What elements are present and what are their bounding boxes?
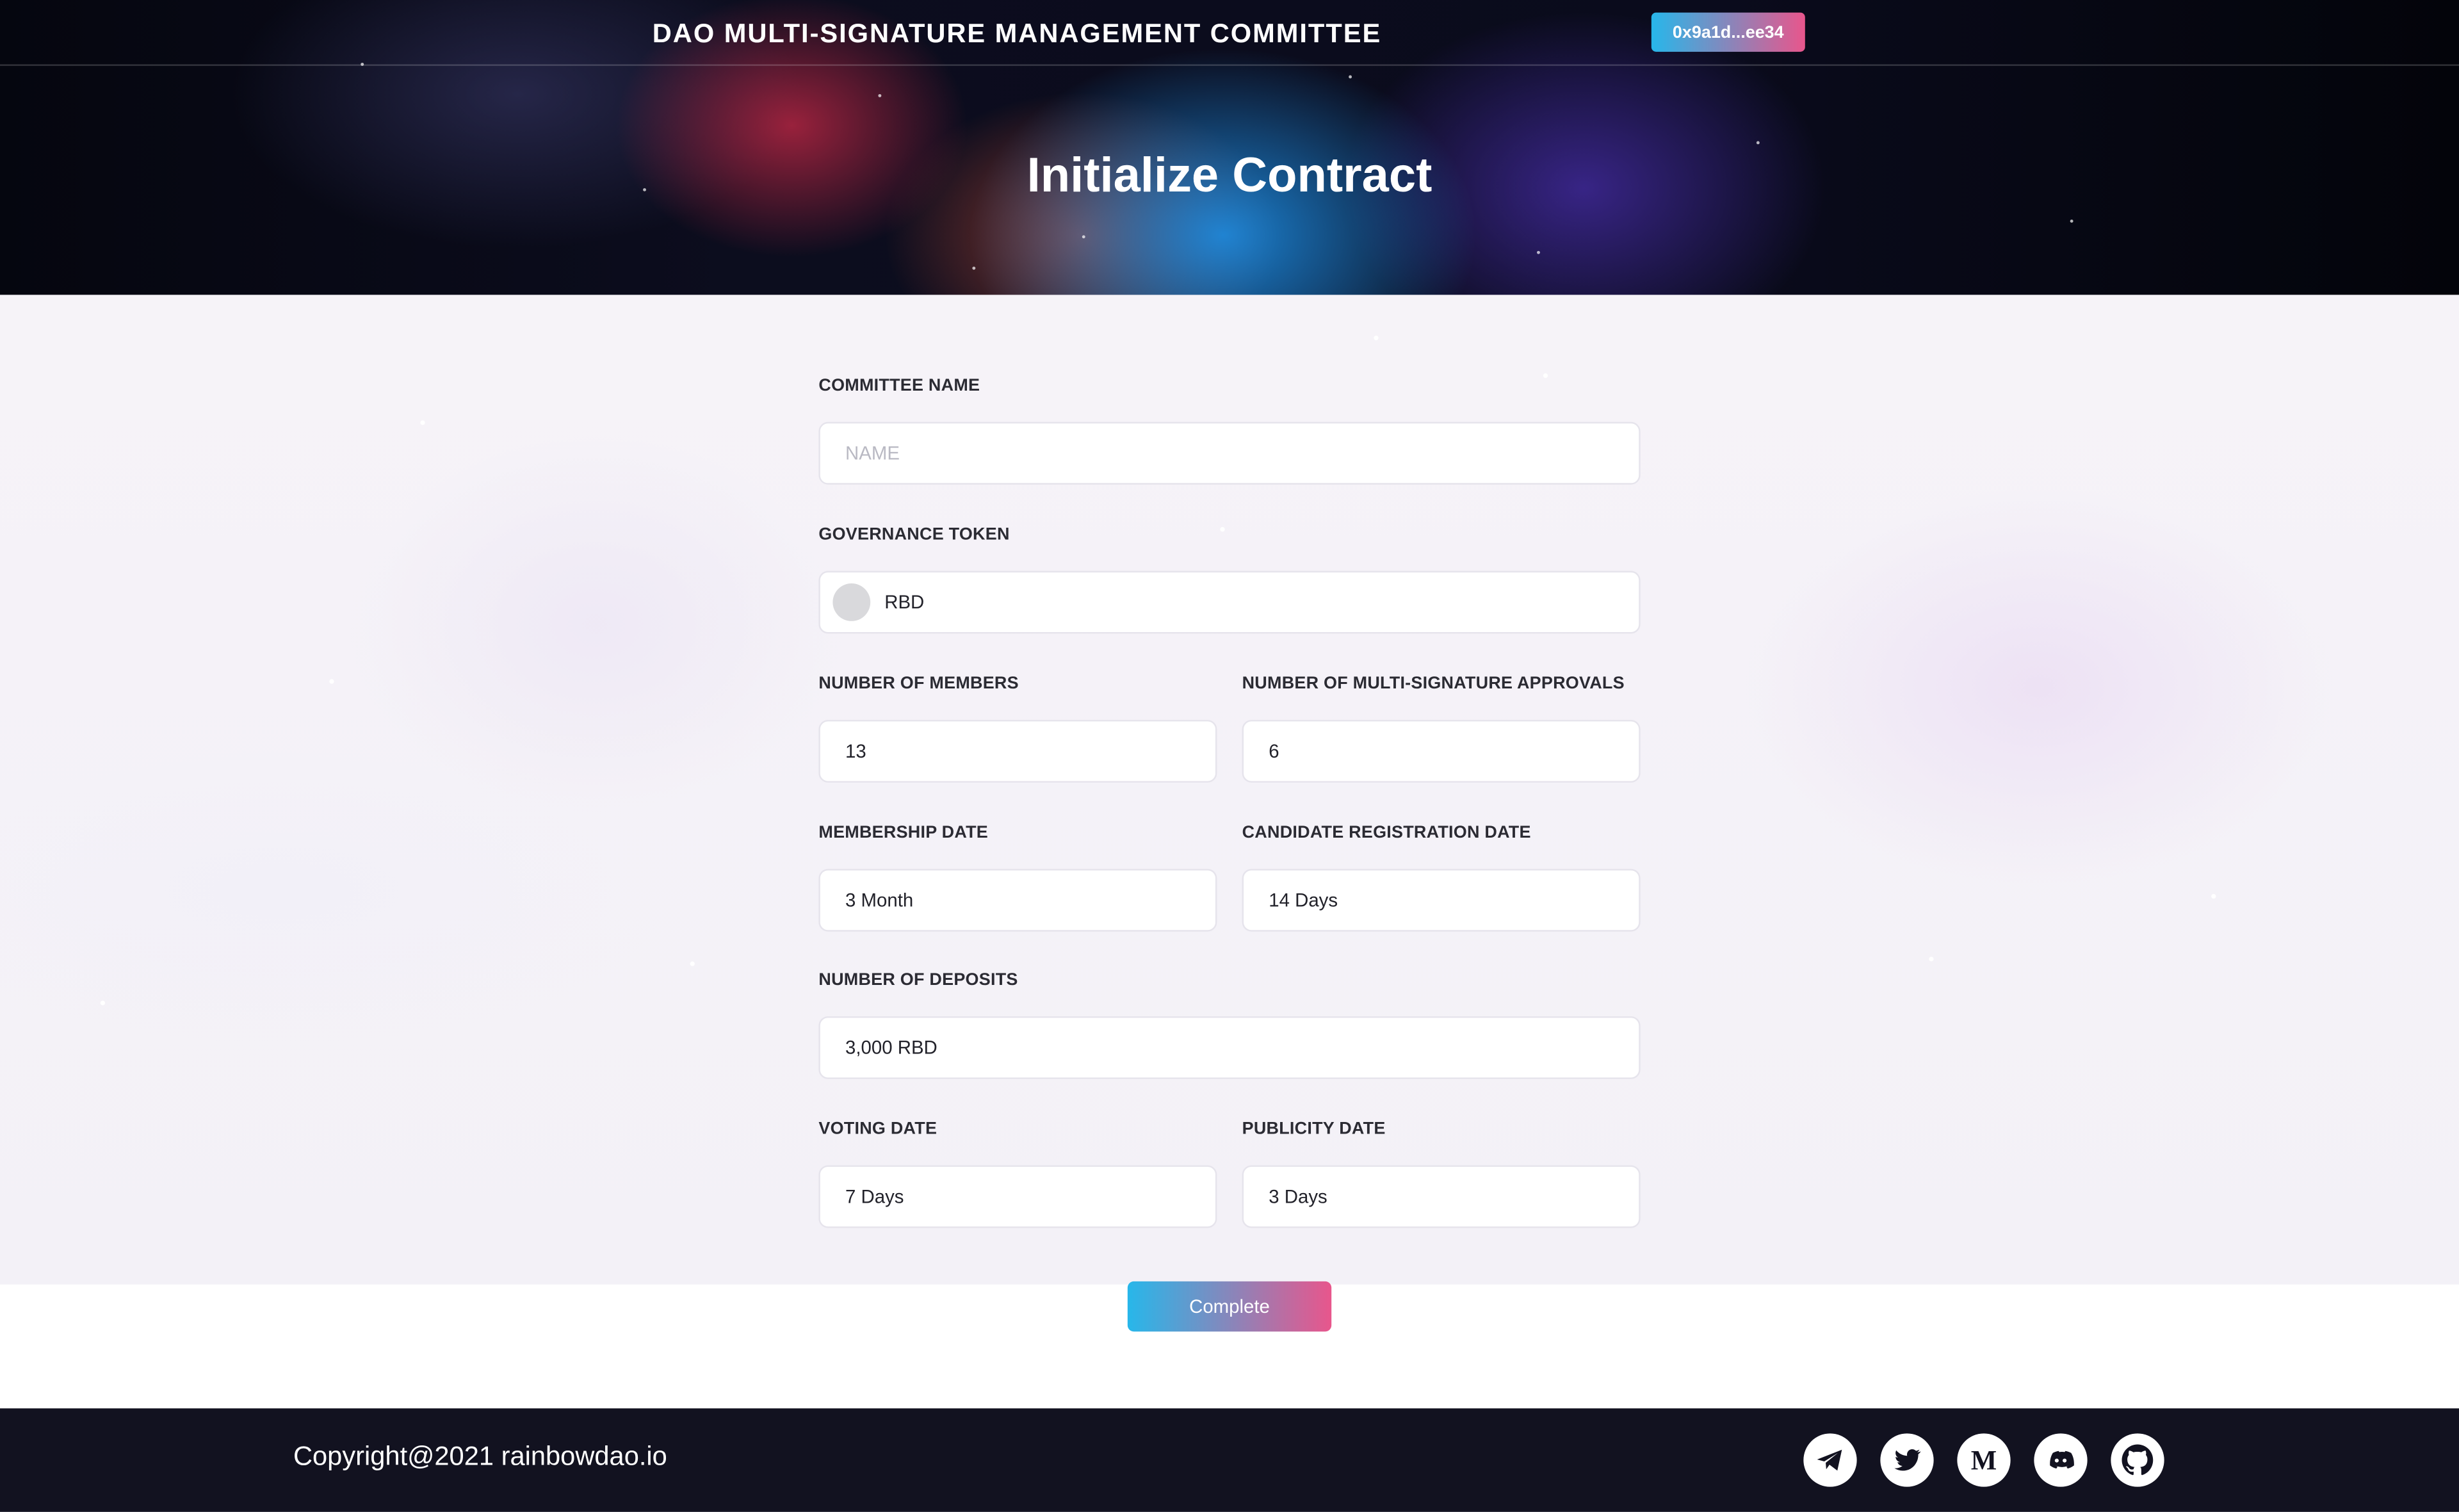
star: [1349, 75, 1352, 79]
voting-date-label: VOTING DATE: [818, 1119, 937, 1139]
number-of-deposits-value: 3,000 RBD: [845, 1036, 937, 1059]
hero-banner: DAO MULTI-SIGNATURE MANAGEMENT COMMITTEE…: [0, 0, 2459, 295]
complete-button[interactable]: Complete: [1127, 1281, 1332, 1332]
number-of-members-label: NUMBER OF MEMBERS: [818, 674, 1019, 694]
sparkle: [420, 420, 425, 425]
number-of-deposits-label: NUMBER OF DEPOSITS: [818, 970, 1018, 990]
governance-token-value: RBD: [884, 591, 925, 614]
publicity-date-label: PUBLICITY DATE: [1242, 1119, 1386, 1139]
governance-token-select[interactable]: RBD: [818, 571, 1641, 634]
star: [1756, 141, 1760, 145]
voting-date-input[interactable]: 7 Days: [818, 1165, 1217, 1228]
header-divider: [0, 64, 2459, 66]
copyright-text: Copyright@2021 rainbowdao.io: [293, 1441, 667, 1472]
candidate-registration-date-input[interactable]: 14 Days: [1242, 868, 1641, 932]
github-icon[interactable]: [2111, 1433, 2164, 1487]
discord-icon[interactable]: [2034, 1433, 2088, 1487]
star: [2070, 219, 2074, 223]
governance-token-label: GOVERNANCE TOKEN: [818, 525, 1010, 544]
publicity-date-value: 3 Days: [1269, 1185, 1327, 1208]
footer: Copyright@2021 rainbowdao.io M: [0, 1408, 2459, 1512]
twitter-icon[interactable]: [1880, 1433, 1934, 1487]
page-title: Initialize Contract: [1027, 147, 1432, 202]
candidate-registration-date-value: 14 Days: [1269, 889, 1338, 911]
committee-name-label: COMMITTEE NAME: [818, 376, 980, 396]
multisig-approvals-label: NUMBER OF MULTI-SIGNATURE APPROVALS: [1242, 674, 1625, 694]
number-of-members-input[interactable]: 13: [818, 720, 1217, 783]
sparkle: [1543, 373, 1548, 378]
sparkle: [2211, 893, 2216, 899]
star: [1537, 250, 1540, 254]
committee-name-input[interactable]: NAME: [818, 421, 1641, 485]
sparkle: [100, 1000, 106, 1005]
publicity-date-input[interactable]: 3 Days: [1242, 1165, 1641, 1228]
membership-date-value: 3 Month: [845, 889, 914, 911]
sparkle: [1929, 956, 1934, 962]
site-title: DAO MULTI-SIGNATURE MANAGEMENT COMMITTEE: [652, 19, 1382, 49]
multisig-approvals-value: 6: [1269, 740, 1279, 763]
membership-date-input[interactable]: 3 Month: [818, 868, 1217, 932]
multisig-approvals-input[interactable]: 6: [1242, 720, 1641, 783]
sparkle: [329, 679, 334, 684]
wallet-address-button[interactable]: 0x9a1d...ee34: [1651, 12, 1805, 52]
star: [878, 93, 882, 97]
number-of-members-value: 13: [845, 740, 866, 763]
candidate-registration-date-label: CANDIDATE REGISTRATION DATE: [1242, 823, 1531, 843]
token-icon: [832, 583, 871, 621]
sparkle: [690, 961, 695, 966]
svg-text:M: M: [1971, 1445, 1997, 1475]
membership-date-label: MEMBERSHIP DATE: [818, 823, 988, 843]
voting-date-value: 7 Days: [845, 1185, 904, 1208]
telegram-icon[interactable]: [1803, 1433, 1857, 1487]
sparkle: [1374, 336, 1379, 341]
star: [1082, 235, 1085, 239]
medium-icon[interactable]: M: [1957, 1433, 2011, 1487]
sparkle: [1220, 526, 1225, 532]
number-of-deposits-input[interactable]: 3,000 RBD: [818, 1016, 1641, 1079]
committee-name-placeholder: NAME: [845, 442, 900, 464]
star: [972, 266, 976, 270]
app-root: DAO MULTI-SIGNATURE MANAGEMENT COMMITTEE…: [0, 0, 2459, 1512]
